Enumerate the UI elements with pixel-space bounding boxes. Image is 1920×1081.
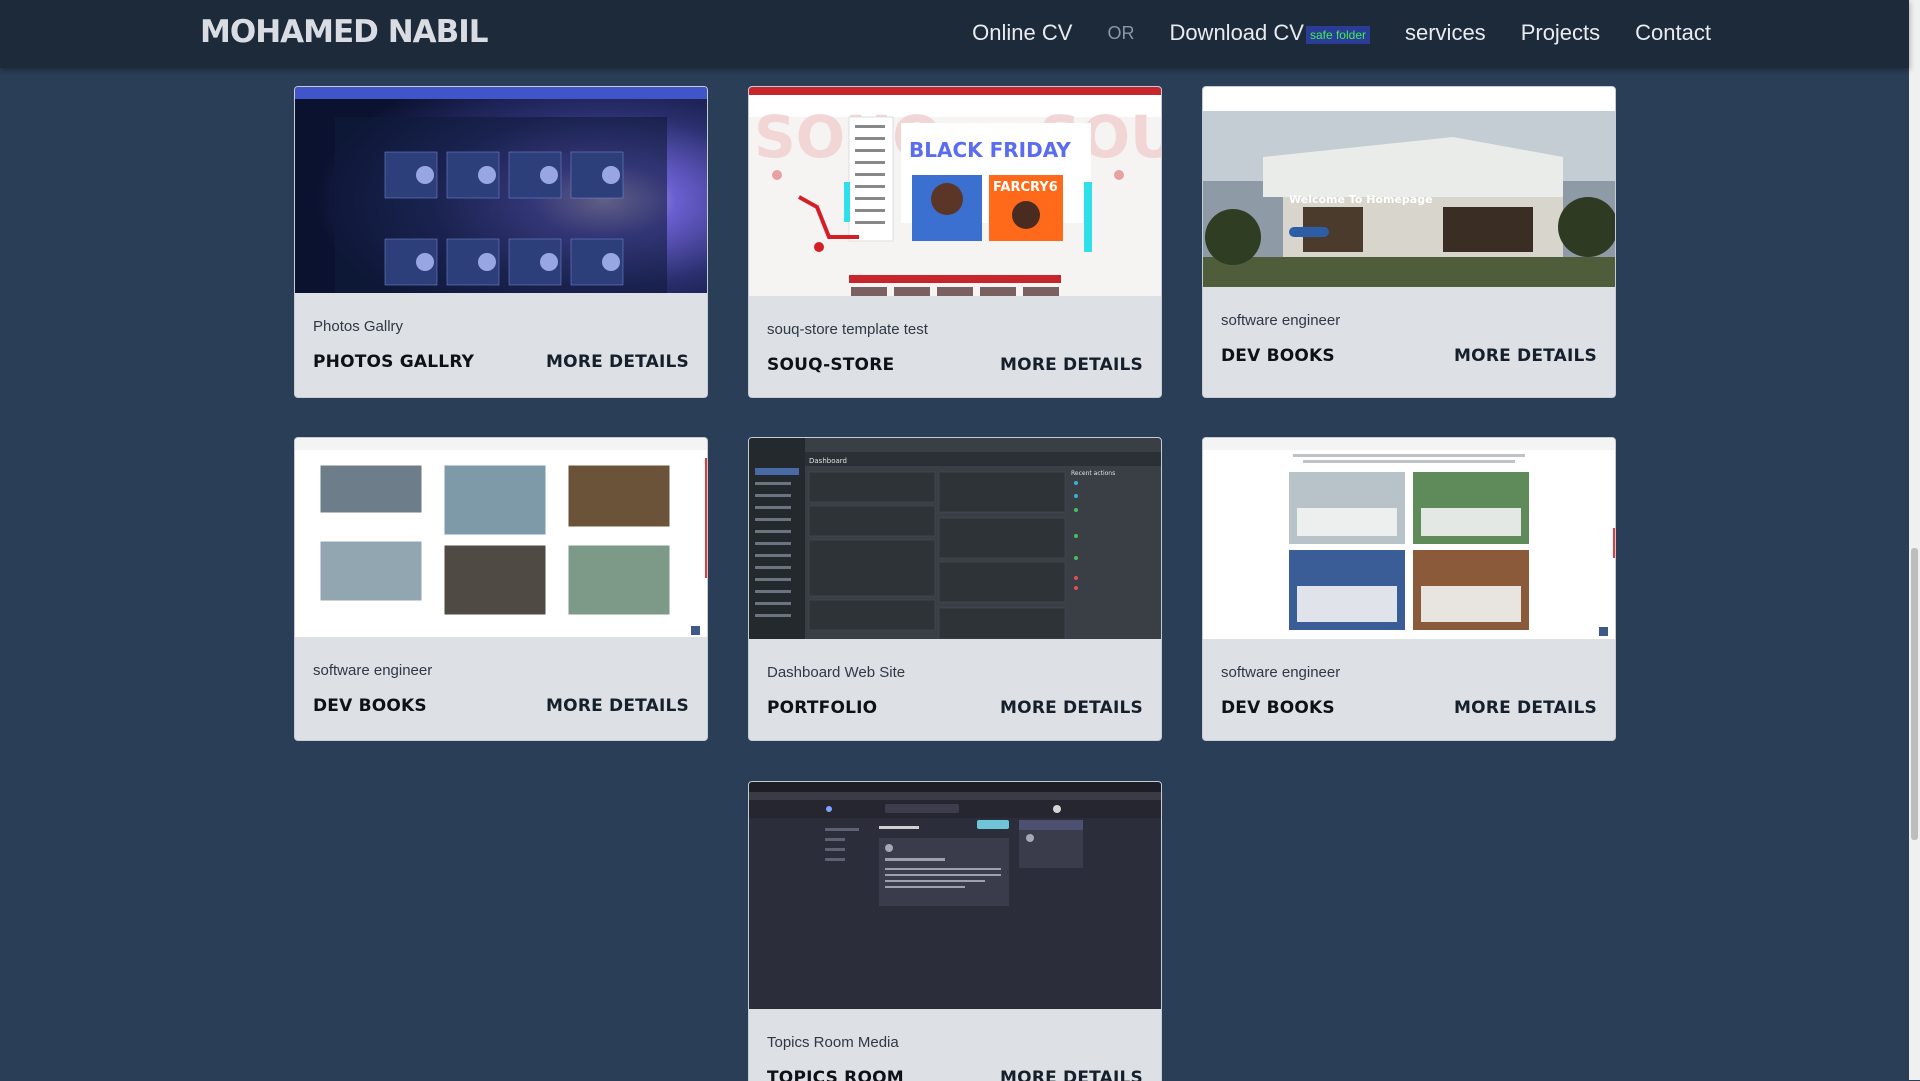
topics-room-screenshot-icon: [749, 782, 1161, 1009]
more-details-link[interactable]: MORE DETAILS: [1454, 346, 1597, 366]
homepage-screenshot-icon: Welcome To Homepage: [1203, 87, 1615, 287]
project-title: DEV BOOKS: [313, 696, 427, 716]
nav-projects[interactable]: Projects: [1521, 20, 1600, 46]
project-subtitle: software engineer: [313, 662, 433, 679]
nav-contact[interactable]: Contact: [1635, 20, 1711, 46]
more-details-link[interactable]: MORE DETAILS: [1454, 698, 1597, 718]
ofertas-label: OFERTAS IMPRESCINDIBLES: [939, 163, 1048, 171]
project-thumbnail[interactable]: Dashboard Recent actions: [749, 438, 1161, 639]
project-thumbnail[interactable]: [1203, 438, 1615, 639]
brand-logo[interactable]: MOHAMED NABIL: [200, 14, 489, 50]
project-subtitle: Photos Gallry: [313, 318, 404, 335]
project-card: Dashboard Recent actions Dashboard Web S…: [748, 437, 1162, 741]
scrollbar-thumb[interactable]: [1911, 548, 1918, 840]
dashboard-heading: Dashboard: [809, 457, 847, 465]
nav-online-cv[interactable]: Online CV: [972, 20, 1072, 46]
top-navbar: MOHAMED NABIL Online CV OR Download CV s…: [0, 0, 1909, 68]
project-title: DEV BOOKS: [1221, 698, 1335, 718]
project-subtitle: software engineer: [1221, 664, 1341, 681]
project-thumbnail[interactable]: [295, 438, 707, 637]
more-details-link[interactable]: MORE DETAILS: [1000, 1068, 1143, 1081]
main-nav: Online CV OR Download CV safe folder ser…: [937, 20, 1711, 46]
project-title: TOPICS ROOM: [767, 1068, 904, 1081]
project-card: SOUQ SOU BLACK FRIDAY OFERTAS IMPRESCIND…: [748, 86, 1162, 398]
photo-gallery-screenshot-icon: [295, 87, 707, 293]
project-thumbnail[interactable]: Welcome To Homepage: [1203, 87, 1615, 287]
project-title: PORTFOLIO: [767, 698, 878, 718]
project-thumbnail[interactable]: [749, 782, 1161, 1009]
safe-folder-badge[interactable]: safe folder: [1305, 25, 1370, 44]
page-scrollbar[interactable]: [1909, 0, 1920, 1080]
project-subtitle: souq-store template test: [767, 321, 928, 338]
gallery-grid-screenshot-icon: [295, 438, 707, 637]
project-card: Photos Gallry PHOTOS GALLRY MORE DETAILS: [294, 86, 708, 398]
project-card: Welcome To Homepage software engineer DE…: [1202, 86, 1616, 398]
farcry-label: FARCRY6: [993, 180, 1058, 195]
project-thumbnail[interactable]: SOUQ SOU BLACK FRIDAY OFERTAS IMPRESCIND…: [749, 87, 1161, 296]
more-details-link[interactable]: MORE DETAILS: [1000, 698, 1143, 718]
project-card: software engineer DEV BOOKS MORE DETAILS: [1202, 437, 1616, 741]
project-thumbnail[interactable]: [295, 87, 707, 293]
project-card: software engineer DEV BOOKS MORE DETAILS: [294, 437, 708, 741]
project-subtitle: Dashboard Web Site: [767, 664, 906, 681]
nav-download-cv[interactable]: Download CV: [1169, 20, 1304, 46]
project-title: SOUQ-STORE: [767, 355, 895, 375]
store-screenshot-icon: SOUQ SOU BLACK FRIDAY OFERTAS IMPRESCIND…: [749, 87, 1161, 296]
black-friday-label: BLACK FRIDAY: [909, 138, 1071, 162]
project-title: PHOTOS GALLRY: [313, 352, 475, 372]
project-card: Topics Room Media TOPICS ROOM MORE DETAI…: [748, 781, 1162, 1081]
project-subtitle: Topics Room Media: [767, 1034, 899, 1051]
nav-download-cv-group: Download CV safe folder: [1169, 20, 1370, 46]
more-details-link[interactable]: MORE DETAILS: [546, 352, 689, 372]
more-details-link[interactable]: MORE DETAILS: [546, 696, 689, 716]
nav-services[interactable]: services: [1405, 20, 1486, 46]
design-cards-screenshot-icon: [1203, 438, 1615, 639]
project-title: DEV BOOKS: [1221, 346, 1335, 366]
project-subtitle: software engineer: [1221, 312, 1341, 329]
welcome-homepage-label: Welcome To Homepage: [1289, 193, 1433, 206]
more-details-link[interactable]: MORE DETAILS: [1000, 355, 1143, 375]
nav-or-separator: OR: [1107, 22, 1135, 43]
recent-actions-heading: Recent actions: [1071, 470, 1115, 477]
dashboard-screenshot-icon: Dashboard Recent actions: [749, 438, 1161, 639]
